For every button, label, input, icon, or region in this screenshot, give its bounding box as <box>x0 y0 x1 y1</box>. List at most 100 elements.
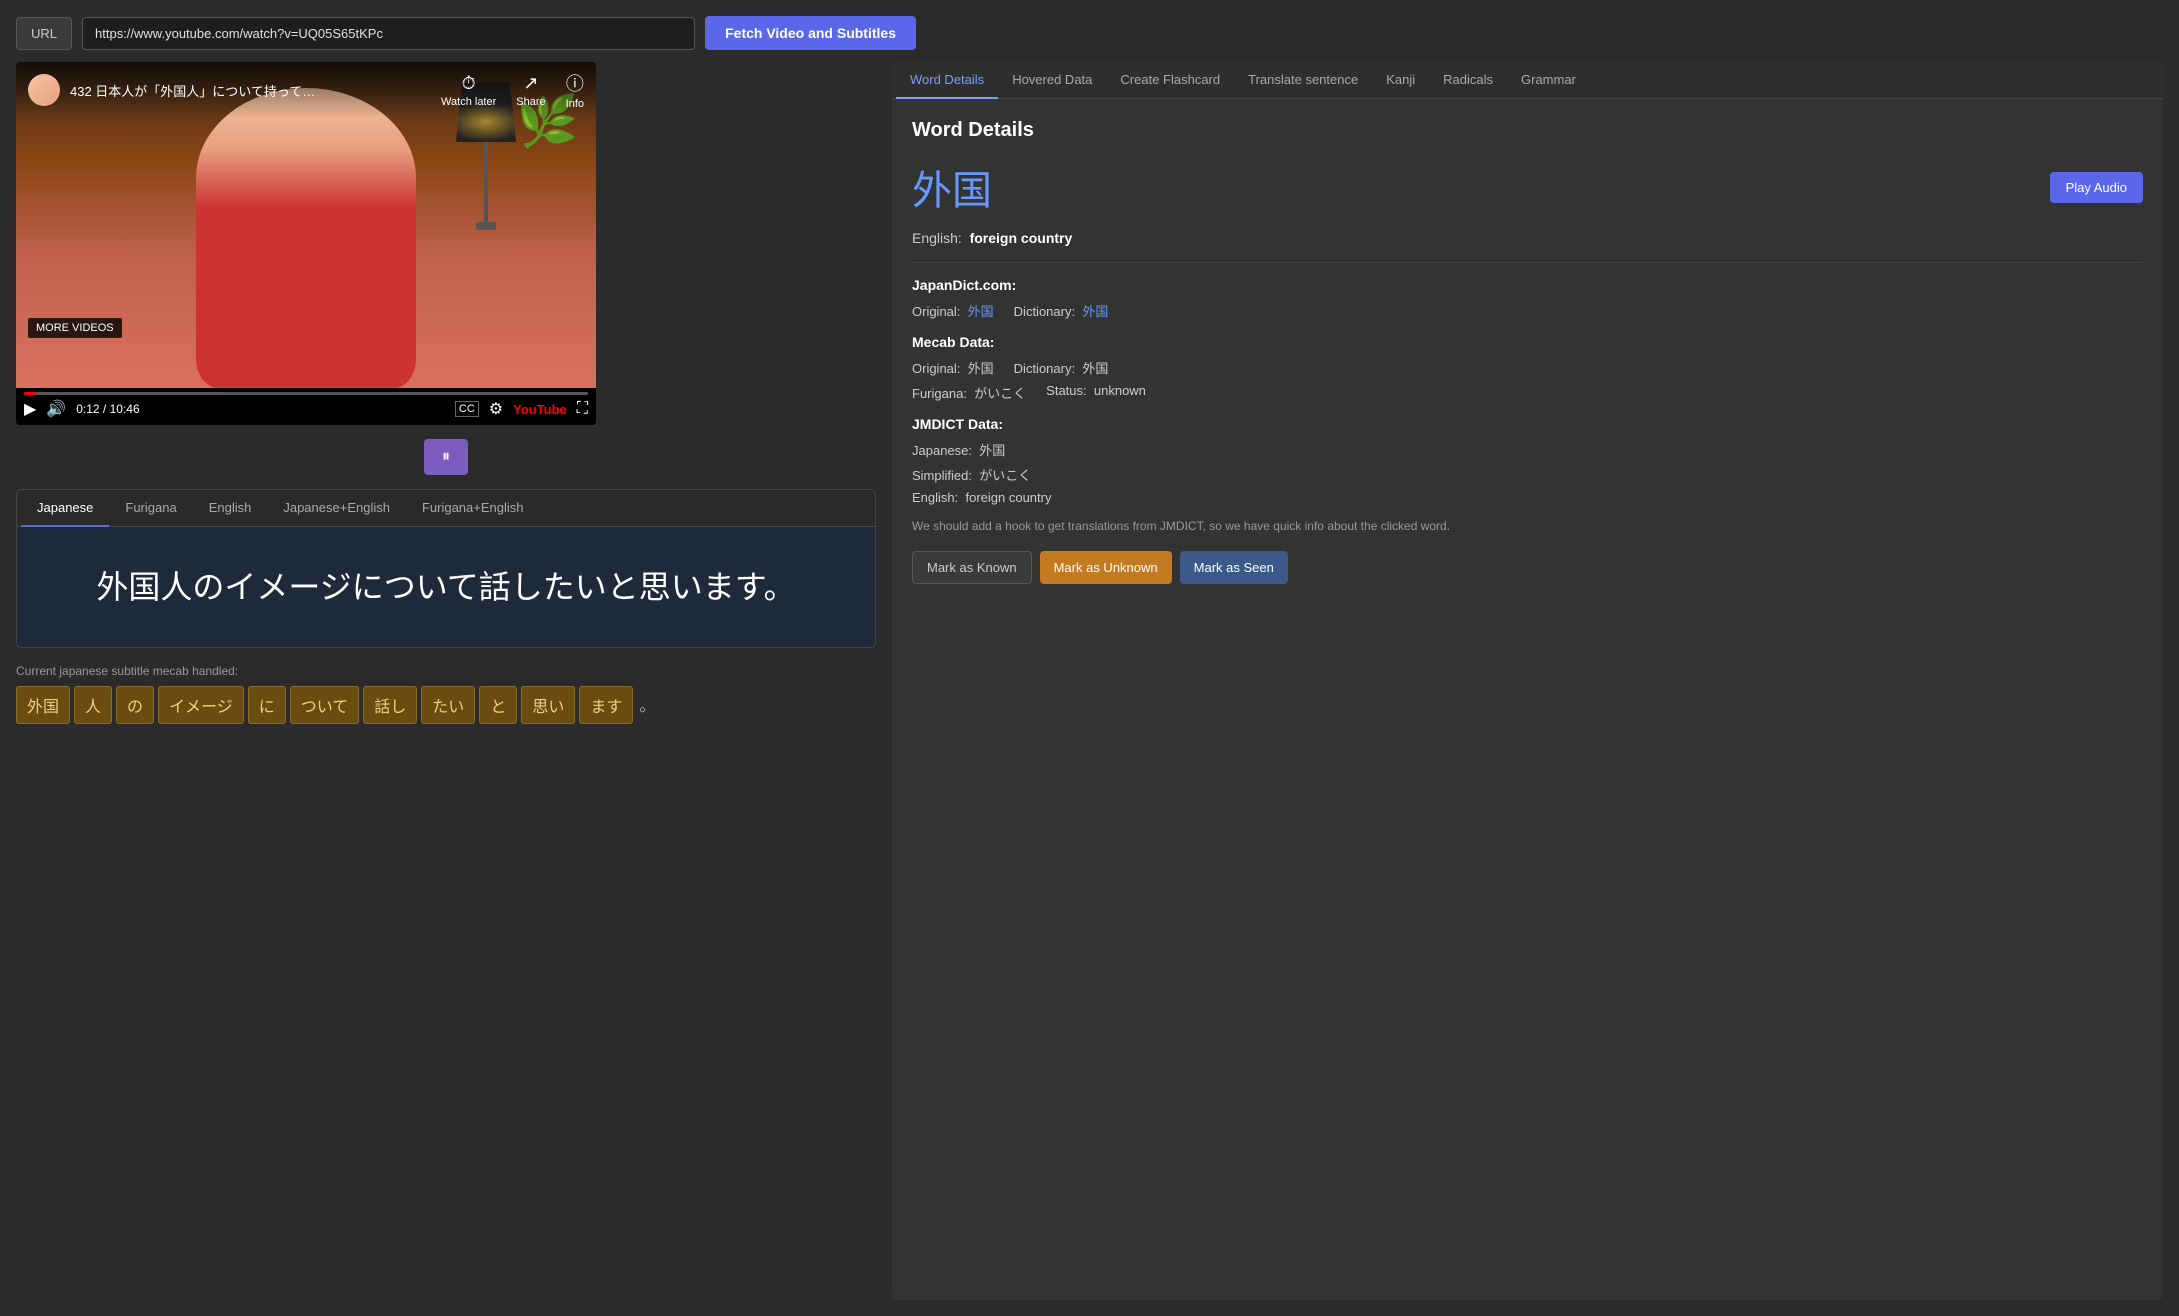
right-tabs: Word Details Hovered Data Create Flashca… <box>892 62 2163 99</box>
mecab-status-value: unknown <box>1094 383 1146 398</box>
kanji-display: 外国 Play Audio <box>912 158 2143 216</box>
watch-later-label: Watch later <box>441 96 496 108</box>
jmdict-simplified-value: がいこく <box>979 468 1031 483</box>
tab-japanese[interactable]: Japanese <box>21 490 109 527</box>
play-button[interactable]: ▶ <box>24 399 36 419</box>
tab-hovered-data[interactable]: Hovered Data <box>998 62 1106 99</box>
overlay-actions: ⏱ Watch later ↗ Share ⓘ Info <box>441 70 584 110</box>
watch-later-icon: ⏱ <box>462 73 476 94</box>
english-value: foreign country <box>970 230 1073 246</box>
tab-grammar[interactable]: Grammar <box>1507 62 1590 99</box>
divider-1 <box>912 262 2143 263</box>
mecab-tokens: 外国人のイメージについて話したいと思います。 <box>16 682 876 728</box>
more-videos-badge[interactable]: MORE VIDEOS <box>28 318 122 338</box>
japan-dict-dictionary-link[interactable]: 外国 <box>1082 304 1108 319</box>
progress-bar[interactable] <box>24 392 588 395</box>
jmdict-row1: Japanese: 外国 <box>912 440 2143 459</box>
jmdict-japanese: Japanese: 外国 <box>912 440 1005 459</box>
url-bar: URL Fetch Video and Subtitles <box>16 16 916 50</box>
mecab-token[interactable]: たい <box>421 686 475 724</box>
tab-translate-sentence[interactable]: Translate sentence <box>1234 62 1372 99</box>
mecab-token[interactable]: 話し <box>363 686 417 724</box>
settings-button[interactable]: ⚙ <box>489 399 503 419</box>
mecab-token[interactable]: ます <box>579 686 633 724</box>
watch-later-action[interactable]: ⏱ Watch later <box>441 73 496 108</box>
mecab-token[interactable]: ついて <box>290 686 360 724</box>
subtitle-tabs: Japanese Furigana English Japanese+Engli… <box>17 490 875 527</box>
video-title: 432 日本人が「外国人」について持って… <box>70 81 431 100</box>
japan-dict-original: Original: 外国 <box>912 301 994 320</box>
channel-avatar <box>28 74 60 106</box>
mecab-original-value: 外国 <box>968 361 994 376</box>
japan-dict-dictionary: Dictionary: 外国 <box>1014 301 1109 320</box>
info-action[interactable]: ⓘ Info <box>566 70 584 110</box>
video-controls: ▶ 🔊 0:12 / 10:46 CC ⚙ YouTube ⛶ <box>16 388 596 425</box>
english-meaning: English: foreign country <box>912 230 2143 246</box>
japan-dict-row: Original: 外国 Dictionary: 外国 <box>912 301 2143 320</box>
tab-word-details[interactable]: Word Details <box>896 62 998 99</box>
jmdict-header: JMDICT Data: <box>912 416 2143 432</box>
share-icon: ↗ <box>523 73 538 94</box>
mecab-label: Current japanese subtitle mecab handled: <box>16 658 876 682</box>
kanji-text: 外国 <box>912 158 992 216</box>
mecab-section: Current japanese subtitle mecab handled:… <box>16 658 876 728</box>
japan-dict-original-link[interactable]: 外国 <box>968 304 994 319</box>
video-container: 🌿 432 日本人が「外国人」について持って… ⏱ <box>16 62 596 425</box>
mark-seen-button[interactable]: Mark as Seen <box>1180 551 1288 584</box>
info-icon: ⓘ <box>566 70 584 96</box>
video-thumbnail[interactable]: 🌿 432 日本人が「外国人」について持って… ⏱ <box>16 62 596 388</box>
mecab-furigana-value: がいこく <box>974 386 1026 401</box>
tab-furigana-english[interactable]: Furigana+English <box>406 490 540 527</box>
mecab-data-row2: Furigana: がいこく Status: unknown <box>912 383 2143 402</box>
mecab-token[interactable]: の <box>116 686 154 724</box>
cc-button[interactable]: CC <box>455 401 479 417</box>
mecab-data-row1: Original: 外国 Dictionary: 外国 <box>912 358 2143 377</box>
tab-radicals[interactable]: Radicals <box>1429 62 1507 99</box>
mecab-token[interactable]: イメージ <box>158 686 244 724</box>
tab-english[interactable]: English <box>193 490 268 527</box>
word-details-content: Word Details 外国 Play Audio English: fore… <box>892 99 2163 1300</box>
progress-fill <box>24 392 35 395</box>
jmdict-english-value: foreign country <box>965 490 1051 505</box>
right-panel: Word Details Hovered Data Create Flashca… <box>892 62 2163 1300</box>
mecab-token[interactable]: に <box>248 686 286 724</box>
mecab-original: Original: 外国 <box>912 358 994 377</box>
share-label: Share <box>516 96 545 108</box>
english-label: English: <box>912 230 962 246</box>
youtube-logo: YouTube <box>513 402 567 417</box>
mecab-dictionary-value: 外国 <box>1082 361 1108 376</box>
mecab-token[interactable]: 外国 <box>16 686 70 724</box>
share-action[interactable]: ↗ Share <box>516 73 545 108</box>
mecab-token[interactable]: 人 <box>74 686 112 724</box>
play-audio-button[interactable]: Play Audio <box>2050 172 2143 203</box>
url-input[interactable] <box>82 17 695 50</box>
subtitle-text: 外国人のイメージについて話したいと思います。 <box>96 565 795 610</box>
mark-known-button[interactable]: Mark as Known <box>912 551 1032 584</box>
jmdict-simplified: Simplified: がいこく <box>912 465 1031 484</box>
mecab-dictionary: Dictionary: 外国 <box>1014 358 1109 377</box>
japan-dict-header: JapanDict.com: <box>912 277 2143 293</box>
fetch-button[interactable]: Fetch Video and Subtitles <box>705 16 916 50</box>
note-text: We should add a hook to get translations… <box>912 517 2143 535</box>
mecab-token[interactable]: と <box>479 686 517 724</box>
volume-button[interactable]: 🔊 <box>46 399 66 419</box>
mark-unknown-button[interactable]: Mark as Unknown <box>1040 551 1172 584</box>
time-display: 0:12 / 10:46 <box>76 402 139 416</box>
tab-japanese-english[interactable]: Japanese+English <box>267 490 406 527</box>
mecab-token[interactable]: 思い <box>521 686 575 724</box>
pause-btn-container: ⏸ <box>16 439 876 475</box>
ctrl-right: CC ⚙ YouTube ⛶ <box>455 399 588 419</box>
jmdict-row2: Simplified: がいこく <box>912 465 2143 484</box>
tab-kanji[interactable]: Kanji <box>1372 62 1429 99</box>
tab-furigana[interactable]: Furigana <box>109 490 192 527</box>
tab-create-flashcard[interactable]: Create Flashcard <box>1106 62 1234 99</box>
mecab-token: 。 <box>637 686 657 724</box>
jmdict-english: English: foreign country <box>912 490 1051 505</box>
subtitle-display: 外国人のイメージについて話したいと思います。 <box>17 527 875 647</box>
lamp-base <box>476 222 496 230</box>
lamp-stem <box>484 142 488 222</box>
left-panel: 🌿 432 日本人が「外国人」について持って… ⏱ <box>16 62 876 1300</box>
fullscreen-button[interactable]: ⛶ <box>577 400 588 418</box>
pause-button[interactable]: ⏸ <box>424 439 468 475</box>
mecab-data-header: Mecab Data: <box>912 334 2143 350</box>
